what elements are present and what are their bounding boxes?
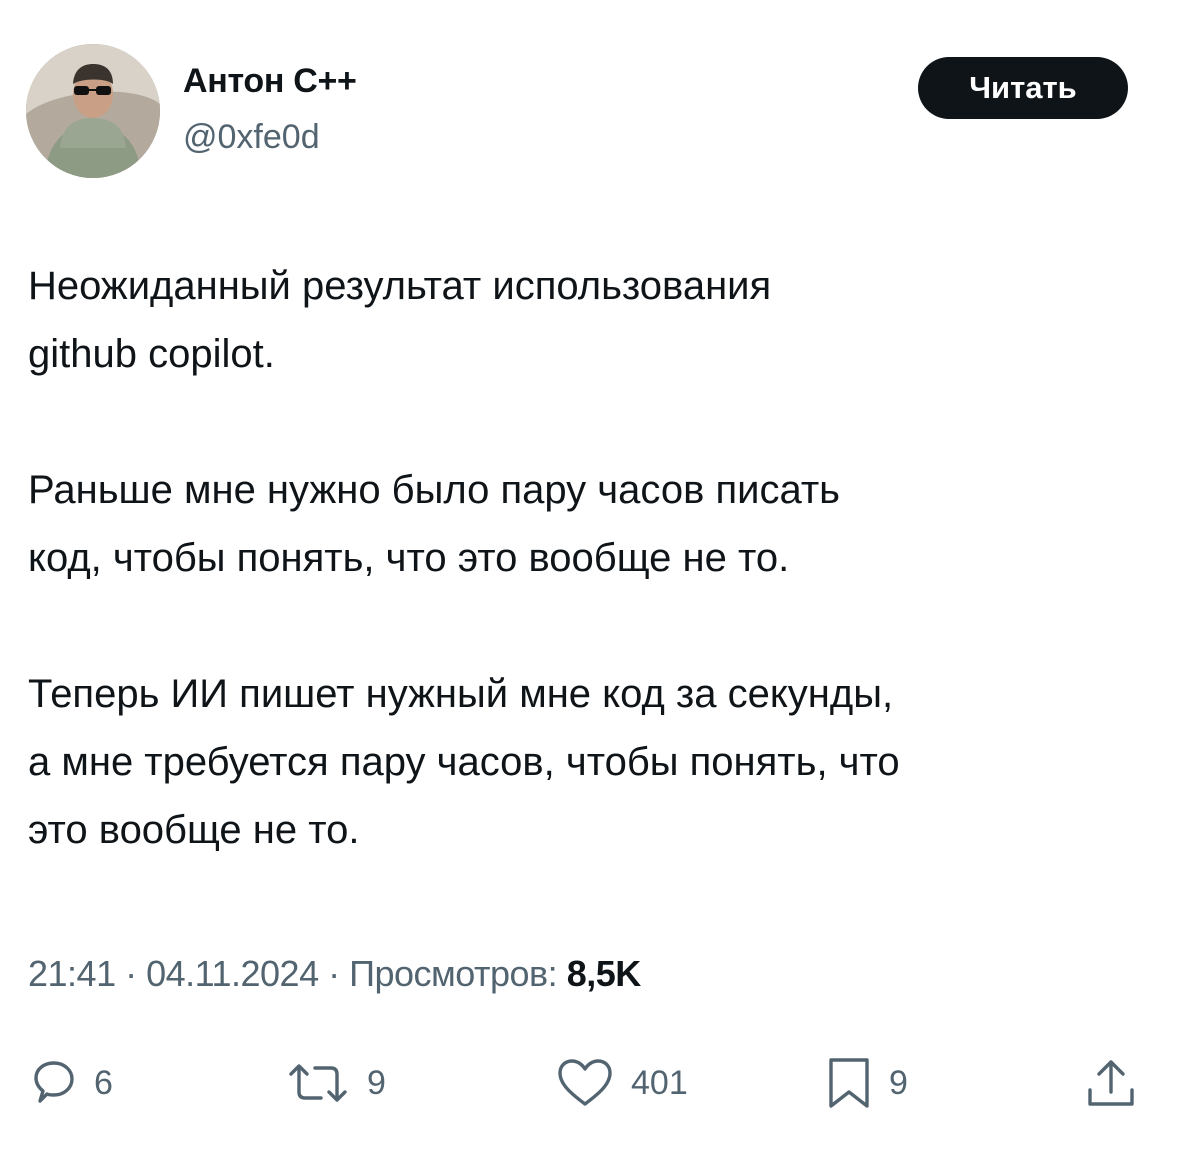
- like-button[interactable]: 401: [555, 1055, 688, 1111]
- heart-icon: [555, 1057, 615, 1109]
- views-count: 8,5K: [566, 953, 642, 994]
- bookmark-icon: [825, 1056, 873, 1110]
- meta-separator: ·: [115, 953, 147, 994]
- tweet-date[interactable]: 04.11.2024: [146, 953, 319, 994]
- share-icon: [1084, 1056, 1138, 1110]
- tweet-meta: 21:41 · 04.11.2024 · Просмотров: 8,5K: [28, 953, 641, 995]
- reply-button[interactable]: 6: [28, 1055, 113, 1111]
- repost-count: 9: [367, 1063, 386, 1102]
- views-label: Просмотров:: [349, 953, 558, 994]
- avatar[interactable]: [26, 44, 160, 178]
- author-handle[interactable]: @0xfe0d: [183, 118, 320, 157]
- meta-separator: ·: [318, 953, 350, 994]
- bookmark-button[interactable]: 9: [825, 1055, 908, 1111]
- repost-icon: [285, 1058, 351, 1108]
- author-display-name[interactable]: Антон С++: [183, 62, 357, 101]
- follow-button[interactable]: Читать: [918, 57, 1128, 119]
- tweet-time[interactable]: 21:41: [28, 953, 116, 994]
- reply-count: 6: [94, 1063, 113, 1102]
- bookmark-count: 9: [889, 1063, 908, 1102]
- reply-icon: [28, 1058, 78, 1108]
- share-button[interactable]: [1084, 1055, 1138, 1111]
- tweet-text: Неожиданный результат использования gith…: [28, 264, 900, 852]
- like-count: 401: [631, 1063, 688, 1102]
- repost-button[interactable]: 9: [285, 1055, 386, 1111]
